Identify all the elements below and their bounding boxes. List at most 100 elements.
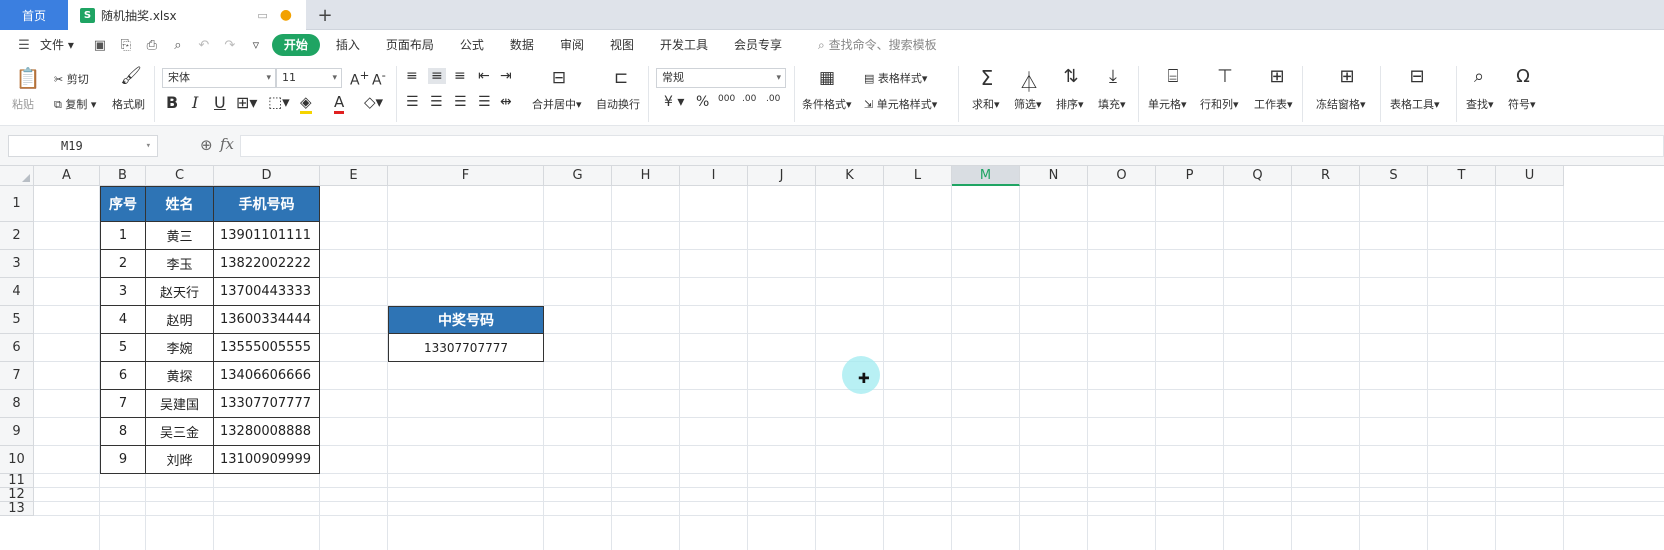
cut-button[interactable]: ✂ 剪切 xyxy=(54,71,89,87)
winner-header-cell[interactable]: 中奖号码 xyxy=(388,306,544,334)
column-header-e[interactable]: E xyxy=(320,166,388,186)
distributed-icon[interactable]: ⇹ xyxy=(500,94,512,110)
zoom-formula-icon[interactable]: ⊕ xyxy=(200,136,213,154)
column-header-a[interactable]: A xyxy=(34,166,100,186)
tab-home[interactable]: 首页 xyxy=(0,0,68,30)
print-icon[interactable]: ⎙ xyxy=(142,38,162,53)
fill-button[interactable]: 填充▾ xyxy=(1098,96,1126,112)
fx-icon[interactable]: fx xyxy=(220,135,234,153)
column-header-j[interactable]: J xyxy=(748,166,816,186)
table-cell[interactable]: 13700443333 xyxy=(214,278,320,306)
currency-icon[interactable]: ¥ ▾ xyxy=(664,94,684,110)
column-header-p[interactable]: P xyxy=(1156,166,1224,186)
column-header-l[interactable]: L xyxy=(884,166,952,186)
paste-icon[interactable]: 📋 xyxy=(14,66,42,90)
cell-style-button[interactable]: ⇲ 单元格样式▾ xyxy=(864,96,937,112)
row-header-2[interactable]: 2 xyxy=(0,222,34,250)
column-header-t[interactable]: T xyxy=(1428,166,1496,186)
column-header-u[interactable]: U xyxy=(1496,166,1564,186)
column-header-b[interactable]: B xyxy=(100,166,146,186)
sum-icon[interactable]: Σ xyxy=(974,66,1000,90)
table-header-cell[interactable]: 手机号码 xyxy=(214,186,320,222)
row-header-3[interactable]: 3 xyxy=(0,250,34,278)
table-cell[interactable]: 吴三金 xyxy=(146,418,214,446)
find-button[interactable]: 查找▾ xyxy=(1466,96,1494,112)
column-header-g[interactable]: G xyxy=(544,166,612,186)
menu-item-home[interactable]: 开始 xyxy=(271,34,320,56)
menu-item-data[interactable]: 数据 xyxy=(500,34,544,56)
number-format-select[interactable]: 常规 xyxy=(656,68,786,88)
table-cell[interactable]: 7 xyxy=(100,390,146,418)
wrap-text-button[interactable]: 自动换行 xyxy=(596,96,640,112)
column-header-s[interactable]: S xyxy=(1360,166,1428,186)
indent-increase-icon[interactable]: ⇥ xyxy=(500,68,512,84)
merge-center-button[interactable]: 合并居中▾ xyxy=(532,96,582,112)
fill-pattern-icon[interactable]: ⬚▾ xyxy=(268,93,290,111)
column-header-h[interactable]: H xyxy=(612,166,680,186)
name-box[interactable]: M19 xyxy=(8,135,158,157)
decrease-font-icon[interactable]: A- xyxy=(372,68,386,89)
freeze-icon[interactable]: ⊞ xyxy=(1334,66,1360,87)
table-cell[interactable]: 13100909999 xyxy=(214,446,320,474)
table-cell[interactable]: 刘晔 xyxy=(146,446,214,474)
format-painter-button[interactable]: 格式刷 xyxy=(112,96,145,112)
table-cell[interactable]: 李玉 xyxy=(146,250,214,278)
symbol-icon[interactable]: Ω xyxy=(1510,66,1536,87)
row-header-7[interactable]: 7 xyxy=(0,362,34,390)
table-cell[interactable]: 6 xyxy=(100,362,146,390)
column-header-d[interactable]: D xyxy=(214,166,320,186)
clear-format-icon[interactable]: ◇▾ xyxy=(364,93,383,111)
table-cell[interactable]: 13406606666 xyxy=(214,362,320,390)
table-header-cell[interactable]: 姓名 xyxy=(146,186,214,222)
export-icon[interactable]: ⎘ xyxy=(116,38,136,53)
table-cell[interactable]: 13307707777 xyxy=(214,390,320,418)
conditional-format-icon[interactable]: ▦ xyxy=(814,68,840,88)
column-header-q[interactable]: Q xyxy=(1224,166,1292,186)
table-cell[interactable]: 13600334444 xyxy=(214,306,320,334)
row-header-9[interactable]: 9 xyxy=(0,418,34,446)
command-search[interactable]: ⌕ 查找命令、搜索模板 xyxy=(808,34,947,56)
hamburger-menu-icon[interactable]: ☰ xyxy=(14,38,34,53)
undo-icon[interactable]: ↶ xyxy=(194,38,214,53)
decimal-decrease-icon[interactable]: .00 xyxy=(766,94,780,104)
menu-item-page-layout[interactable]: 页面布局 xyxy=(376,34,444,56)
freeze-button[interactable]: 冻结窗格▾ xyxy=(1316,96,1366,112)
decimal-increase-icon[interactable]: .00 xyxy=(742,94,756,104)
column-header-i[interactable]: I xyxy=(680,166,748,186)
row-header-5[interactable]: 5 xyxy=(0,306,34,334)
formula-input[interactable] xyxy=(240,135,1664,157)
tab-file[interactable]: S 随机抽奖.xlsx ▭ ● xyxy=(68,0,306,30)
menu-item-view[interactable]: 视图 xyxy=(600,34,644,56)
increase-font-icon[interactable]: A+ xyxy=(350,68,369,89)
table-cell[interactable]: 9 xyxy=(100,446,146,474)
fill-color-icon[interactable]: ◈ xyxy=(300,93,312,114)
cell-icon[interactable]: ⌸ xyxy=(1160,66,1186,87)
column-header-r[interactable]: R xyxy=(1292,166,1360,186)
menu-item-insert[interactable]: 插入 xyxy=(326,34,370,56)
column-header-c[interactable]: C xyxy=(146,166,214,186)
table-cell[interactable]: 吴建国 xyxy=(146,390,214,418)
sum-button[interactable]: 求和▾ xyxy=(972,96,1000,112)
align-center-icon[interactable]: ☰ xyxy=(430,94,443,110)
row-header-4[interactable]: 4 xyxy=(0,278,34,306)
column-header-n[interactable]: N xyxy=(1020,166,1088,186)
row-header-6[interactable]: 6 xyxy=(0,334,34,362)
table-cell[interactable]: 黄探 xyxy=(146,362,214,390)
menu-item-formulas[interactable]: 公式 xyxy=(450,34,494,56)
symbol-button[interactable]: 符号▾ xyxy=(1508,96,1536,112)
wrap-text-icon[interactable]: ⊏ xyxy=(608,68,634,88)
bold-icon[interactable]: B xyxy=(166,93,178,112)
table-cell[interactable]: 赵明 xyxy=(146,306,214,334)
indent-decrease-icon[interactable]: ⇤ xyxy=(478,68,490,84)
font-name-select[interactable]: 宋体 xyxy=(162,68,276,88)
align-right-icon[interactable]: ☰ xyxy=(454,94,467,110)
font-color-icon[interactable]: A xyxy=(334,93,345,114)
monitor-icon[interactable]: ▭ xyxy=(257,9,267,22)
save-icon[interactable]: ▣ xyxy=(90,38,110,53)
align-middle-icon[interactable]: ≡ xyxy=(428,68,446,84)
winner-value-cell[interactable]: 13307707777 xyxy=(388,334,544,362)
table-cell[interactable]: 13555005555 xyxy=(214,334,320,362)
row-col-icon[interactable]: ⊤ xyxy=(1212,66,1238,87)
menu-item-developer[interactable]: 开发工具 xyxy=(650,34,718,56)
table-cell[interactable]: 赵天行 xyxy=(146,278,214,306)
